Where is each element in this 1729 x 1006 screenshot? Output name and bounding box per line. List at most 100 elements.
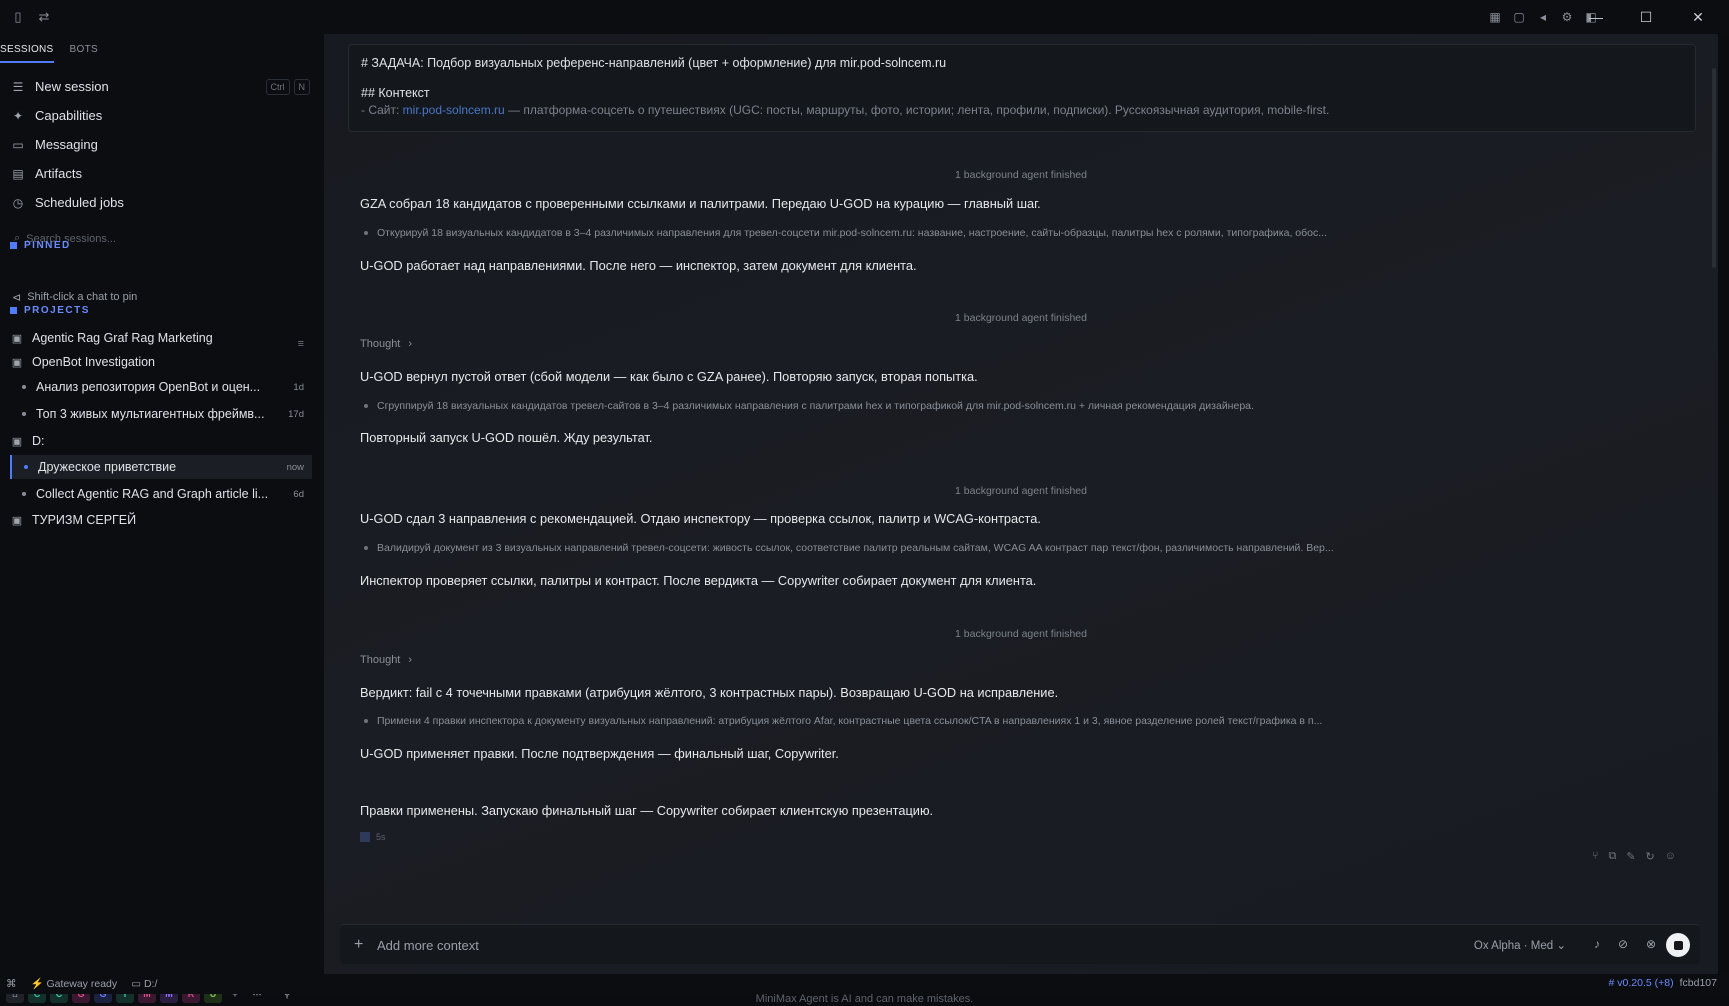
capabilities-icon: ✦ — [12, 108, 24, 123]
nav-label: Artifacts — [35, 166, 82, 181]
branch-icon[interactable]: ⑂ — [1592, 850, 1599, 863]
subtask-item[interactable]: Сгруппируй 18 визуальных кандидатов трев… — [364, 400, 1254, 412]
activity-indicator: 5s — [360, 832, 386, 842]
chat-icon[interactable]: ▢ — [1511, 9, 1527, 25]
prompt-line: # ЗАДАЧА: Подбор визуальных референс-нап… — [361, 56, 947, 70]
agent-finished-note: 1 background agent finished — [955, 169, 1087, 181]
chat-item[interactable]: Анализ репозитория OpenBot и оцен... 1d — [10, 375, 312, 399]
mute-icon[interactable]: ⊘ — [1618, 937, 1628, 951]
shortcut-hint: Ctrl N — [265, 78, 310, 95]
nav-new-session[interactable]: ☰ New session Ctrl N — [10, 72, 310, 101]
disclaimer: MiniMax Agent is AI and can make mistake… — [755, 993, 974, 1005]
version-badge: # v0.20.5 (+8) — [1608, 977, 1674, 989]
thought-toggle[interactable]: Thought › — [360, 338, 412, 350]
model-selector[interactable]: Ox Alpha · Med ⌄ — [1474, 938, 1566, 952]
project-item[interactable]: ▣ ТУРИЗМ СЕРГЕЙ — [10, 508, 312, 532]
nav-artifacts[interactable]: ▤ Artifacts — [10, 159, 310, 188]
chat-panel: # ЗАДАЧА: Подбор визуальных референс-нап… — [324, 34, 1718, 974]
project-name: ТУРИЗМ СЕРГЕЙ — [32, 513, 137, 527]
chat-item[interactable]: Топ 3 живых мультиагентных фреймв... 17d — [10, 402, 312, 426]
copy-icon[interactable]: ⧉ — [1608, 850, 1616, 863]
sidebar-tabs: SESSIONS BOTS — [0, 44, 98, 63]
folder-icon: ▣ — [11, 435, 23, 448]
subtask-dot — [364, 719, 368, 723]
project-name: OpenBot Investigation — [32, 355, 155, 369]
prompt-line: ## Контекст — [361, 86, 430, 100]
pinned-heading: PINNED — [10, 240, 71, 251]
speaker-icon[interactable]: ◂ — [1535, 9, 1551, 25]
agent-finished-note: 1 background agent finished — [955, 312, 1087, 324]
chat-age: 17d — [288, 408, 304, 420]
sidebar-toggle-icon[interactable]: ▯ — [10, 9, 26, 25]
chat-item[interactable]: Collect Agentic RAG and Graph article li… — [10, 482, 312, 506]
assistant-message: U-GOD работает над направлениями. После … — [360, 258, 917, 273]
chat-item-active[interactable]: Дружеское приветствие now — [10, 455, 312, 479]
message-actions: ⑂ ⧉ ✎ ↻ ☺ — [1592, 850, 1676, 863]
composer-input[interactable]: Add more context — [377, 938, 479, 953]
pin-hint: ⊲ Shift-click a chat to pin — [12, 291, 137, 304]
project-name: D: — [32, 434, 45, 448]
chat-title: Топ 3 живых мультиагентных фреймв... — [36, 407, 265, 421]
folder-icon: ▣ — [11, 332, 23, 345]
tab-bots[interactable]: BOTS — [70, 44, 98, 63]
user-prompt: # ЗАДАЧА: Подбор визуальных референс-нап… — [348, 44, 1696, 132]
assistant-message: Правки применены. Запускаю финальный шаг… — [360, 803, 934, 818]
project-item[interactable]: ▣ D: — [10, 429, 312, 453]
layout-icon[interactable]: ▦ — [1487, 9, 1503, 25]
notifications-off-icon[interactable]: ⊗ — [1646, 937, 1656, 951]
close-button[interactable]: ✕ — [1673, 0, 1723, 34]
clock-icon: ◷ — [12, 195, 24, 210]
chat-title: Анализ репозитория OpenBot и оцен... — [36, 380, 261, 394]
nav-messaging[interactable]: ▭ Messaging — [10, 130, 310, 159]
chat-age: 6d — [293, 488, 304, 500]
nav-label: Capabilities — [35, 108, 103, 123]
subtask-item[interactable]: Валидируй документ из 3 визуальных напра… — [364, 542, 1334, 554]
folder-icon: ▣ — [11, 356, 23, 369]
folder-icon: ▣ — [11, 514, 23, 527]
assistant-message: U-GOD сдал 3 направления с рекомендацией… — [360, 511, 1041, 526]
sidebar-nav: ☰ New session Ctrl N ✦ Capabilities ▭ Me… — [10, 72, 310, 217]
project-name: Agentic Rag Graf Rag Marketing — [32, 331, 213, 345]
feedback-icon[interactable]: ☺ — [1665, 850, 1676, 863]
assistant-message: Инспектор проверяет ссылки, палитры и ко… — [360, 573, 1037, 588]
project-item[interactable]: ▣ OpenBot Investigation — [10, 350, 312, 374]
minimize-button[interactable]: — — [1571, 0, 1621, 34]
edit-icon[interactable]: ✎ — [1626, 850, 1635, 863]
working-directory[interactable]: ▭ D:/ — [131, 978, 157, 990]
nav-capabilities[interactable]: ✦ Capabilities — [10, 101, 310, 130]
pin-marker-icon — [10, 242, 17, 249]
retry-icon[interactable]: ↻ — [1646, 850, 1655, 863]
sidebar: SESSIONS BOTS ☰ New session Ctrl N ✦ Cap… — [0, 34, 324, 1003]
prompt-line: - Сайт: mir.pod-solncem.ru — платформа-с… — [361, 103, 1330, 117]
elapsed-time: 5s — [376, 832, 386, 842]
chat-dot — [24, 465, 28, 469]
gateway-status: ⚡ Gateway ready — [30, 978, 118, 990]
nav-scheduled-jobs[interactable]: ◷ Scheduled jobs — [10, 188, 310, 217]
assistant-message: U-GOD применяет правки. После подтвержде… — [360, 746, 839, 761]
scrollbar[interactable] — [1712, 68, 1716, 268]
project-item[interactable]: ▣ Agentic Rag Graf Rag Marketing — [10, 326, 312, 350]
agent-finished-note: 1 background agent finished — [955, 485, 1087, 497]
site-link[interactable]: mir.pod-solncem.ru — [403, 103, 505, 117]
nav-label: Messaging — [35, 137, 98, 152]
composer[interactable]: + Add more context Ox Alpha · Med ⌄ ♪ ⊘ … — [340, 924, 1700, 964]
tab-sessions[interactable]: SESSIONS — [0, 44, 54, 63]
add-context-icon[interactable]: + — [354, 936, 363, 954]
microphone-icon[interactable]: ♪ — [1594, 937, 1600, 951]
assistant-message: GZA собрал 18 кандидатов с проверенными … — [360, 196, 1041, 211]
swap-icon[interactable]: ⇄ — [36, 9, 52, 25]
thought-toggle[interactable]: Thought › — [360, 654, 412, 666]
stop-icon — [1673, 940, 1683, 950]
subtask-item[interactable]: Откурируй 18 визуальных кандидатов в 3–4… — [364, 227, 1327, 239]
activity-icon — [360, 832, 370, 842]
chat-dot — [22, 385, 26, 389]
nav-label: Scheduled jobs — [35, 195, 124, 210]
agent-finished-note: 1 background agent finished — [955, 628, 1087, 640]
command-icon[interactable]: ⌘ — [6, 978, 17, 990]
app-window: ▯ ⇄ ▦ ▢ ◂ ⚙ ◧ — ☐ ✕ SESSIONS BOTS ☰ New … — [0, 0, 1729, 1005]
subtask-item[interactable]: Примени 4 правки инспектора к документу … — [364, 715, 1322, 727]
subtask-dot — [364, 546, 368, 550]
pinned-label: PINNED — [24, 240, 71, 251]
stop-button[interactable] — [1666, 933, 1690, 957]
maximize-button[interactable]: ☐ — [1621, 0, 1671, 34]
